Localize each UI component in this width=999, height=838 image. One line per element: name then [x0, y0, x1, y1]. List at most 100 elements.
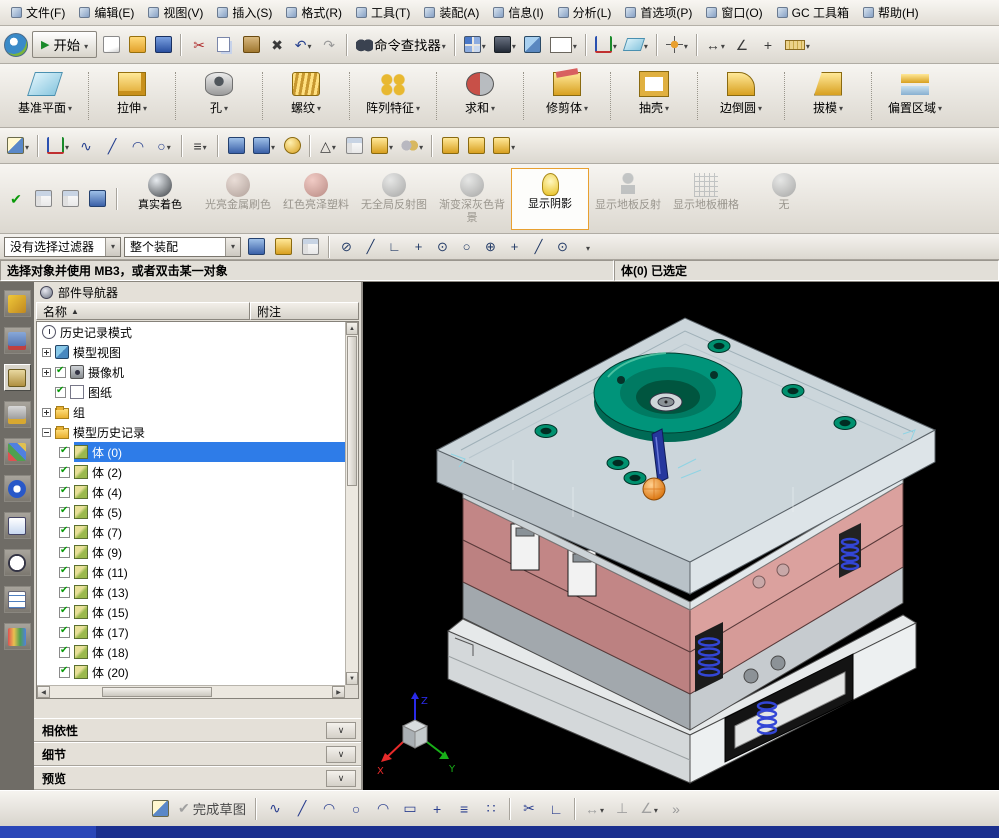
snap-control-point-button[interactable]: + [408, 236, 429, 257]
trim-body-button[interactable]: 修剪体 [525, 67, 609, 125]
pattern-feature-button[interactable]: 阵列特征 [351, 67, 435, 125]
chevron-down-icon[interactable] [65, 138, 69, 153]
chevron-down-icon[interactable] [442, 37, 446, 52]
tree-item-body-4[interactable]: 体 (4) [37, 482, 345, 502]
menu-information[interactable]: 信息(I) [486, 1, 550, 24]
chevron-down-icon[interactable] [332, 138, 336, 153]
scroll-left-button[interactable]: ◀ [37, 686, 50, 698]
circle-button[interactable]: ○ [152, 133, 176, 159]
background-color-picker[interactable] [547, 32, 580, 58]
hole-button[interactable]: 孔 [177, 67, 261, 125]
section-expand-button[interactable]: ∨ [326, 770, 356, 787]
tree-item-model-views[interactable]: 模型视图 [37, 342, 345, 362]
show-shadow-button[interactable]: 显示阴影 [511, 167, 589, 230]
section-details[interactable]: 细节 ∨ [34, 742, 361, 766]
section-expand-button[interactable]: ∨ [326, 746, 356, 763]
layer-settings-button[interactable] [85, 186, 109, 212]
chevron-down-icon[interactable] [389, 138, 393, 153]
brushed-metal-button[interactable]: 光亮金属刷色 [199, 168, 277, 230]
chevron-down-icon[interactable] [491, 100, 495, 114]
command-finder-button[interactable]: 命令查找器 [353, 32, 449, 58]
collapse-icon[interactable] [42, 427, 51, 437]
menu-tools[interactable]: 工具(T) [349, 1, 417, 24]
sketch-circle-button[interactable]: ○ [344, 796, 368, 822]
unite-button[interactable]: 求和 [438, 67, 522, 125]
show-floor-grid-button[interactable]: 显示地板栅格 [667, 168, 745, 230]
realistic-shading-button[interactable]: 真实着色 [121, 168, 199, 230]
menu-file[interactable]: 文件(F) [4, 1, 72, 24]
selection-filter-combo[interactable]: 没有选择过滤器 [4, 236, 121, 257]
make-corner-button[interactable]: ∟ [544, 796, 568, 822]
horizontal-scroll-thumb[interactable] [102, 687, 212, 697]
offset-curve-button[interactable]: ≡ [452, 796, 476, 822]
materials-tab[interactable] [3, 586, 31, 613]
checkbox-checked[interactable] [59, 605, 70, 618]
tree-item-body-7[interactable]: 体 (7) [37, 522, 345, 542]
chevron-down-icon[interactable] [25, 138, 29, 153]
part-navigator-tab[interactable] [3, 364, 31, 391]
menu-window[interactable]: 窗口(O) [699, 1, 769, 24]
snap-quadrant-button[interactable]: ⊕ [480, 236, 501, 257]
checkbox-checked[interactable] [59, 565, 70, 578]
chevron-down-icon[interactable] [584, 100, 588, 114]
scene-settings-button[interactable] [31, 186, 55, 212]
sketch-fillet-button[interactable]: ◠ [371, 796, 395, 822]
chevron-down-icon[interactable] [573, 37, 577, 52]
scroll-right-button[interactable]: ▶ [332, 686, 345, 698]
paste-button[interactable] [239, 32, 263, 58]
vertical-scrollbar[interactable]: ▲ ▼ [345, 322, 358, 685]
redo-button[interactable]: ↷ [317, 32, 341, 58]
scroll-down-button[interactable]: ▼ [346, 672, 358, 685]
center-of-mass-marker[interactable] [642, 477, 666, 501]
edge-blend-button[interactable]: 边倒圆 [699, 67, 783, 125]
chevron-down-icon[interactable] [758, 100, 762, 114]
graphics-window[interactable]: Z X Y [363, 282, 999, 790]
selection-scope-combo[interactable]: 整个装配 [124, 236, 241, 257]
annotation-table-button[interactable] [342, 133, 366, 159]
angle-constraint-button[interactable]: ∠ [637, 796, 661, 822]
measure-distance-button[interactable]: ↔ [703, 32, 728, 58]
save-button[interactable] [151, 32, 175, 58]
orientation-triad[interactable]: Z X Y [377, 692, 456, 777]
toolbar-overflow-button[interactable]: » [664, 796, 688, 822]
mold-assembly-3d-view[interactable]: Z X Y [363, 282, 999, 790]
snap-options-button[interactable] [576, 234, 600, 260]
chevron-down-icon[interactable] [684, 37, 688, 52]
shell-button[interactable]: 抽壳 [612, 67, 696, 125]
pattern-curve-button[interactable]: ∷ [479, 796, 503, 822]
wcs-orient-button[interactable] [663, 32, 691, 58]
checkbox-checked[interactable] [59, 465, 70, 478]
copy-button[interactable] [213, 32, 237, 58]
dimension-button[interactable]: ↔ [582, 796, 607, 822]
undo-button[interactable]: ↶ [291, 32, 315, 58]
sketch-point-button[interactable]: + [425, 796, 449, 822]
datum-plane-button[interactable]: 基准平面 [3, 67, 87, 125]
measure-angle-button[interactable]: ∠ [730, 32, 754, 58]
tree-item-cameras[interactable]: 摄像机 [37, 362, 345, 382]
arc-button[interactable]: ◠ [126, 133, 150, 159]
display-mode-button[interactable] [491, 32, 519, 58]
highlight-button[interactable] [271, 234, 295, 260]
menu-assemblies[interactable]: 装配(A) [417, 1, 486, 24]
menu-insert[interactable]: 插入(S) [210, 1, 279, 24]
datum-csys-button[interactable] [44, 133, 72, 159]
chevron-down-icon[interactable] [600, 801, 604, 816]
menu-analysis[interactable]: 分析(L) [551, 1, 619, 24]
assembly-navigator-tab[interactable] [3, 290, 31, 317]
snap-intersection-button[interactable]: ⊙ [432, 236, 453, 257]
crosshair-button[interactable]: + [756, 32, 780, 58]
reuse-library-tab[interactable] [3, 401, 31, 428]
chevron-down-icon[interactable] [225, 237, 240, 256]
sketch-rectangle-button[interactable]: ▭ [398, 796, 422, 822]
delete-button[interactable]: ✖ [265, 32, 289, 58]
section-preview[interactable]: 预览 ∨ [34, 766, 361, 790]
chevron-down-icon[interactable] [586, 239, 590, 254]
gear-pair-button[interactable] [398, 133, 426, 159]
chevron-down-icon[interactable] [419, 138, 423, 153]
gradient-gray-background-button[interactable]: 渐变深灰色背景 [433, 168, 511, 230]
expand-icon[interactable] [42, 367, 51, 377]
chevron-down-icon[interactable] [105, 237, 120, 256]
chevron-down-icon[interactable] [271, 138, 275, 153]
solid-tool-1-button[interactable] [438, 133, 462, 159]
chevron-down-icon[interactable] [839, 100, 843, 114]
